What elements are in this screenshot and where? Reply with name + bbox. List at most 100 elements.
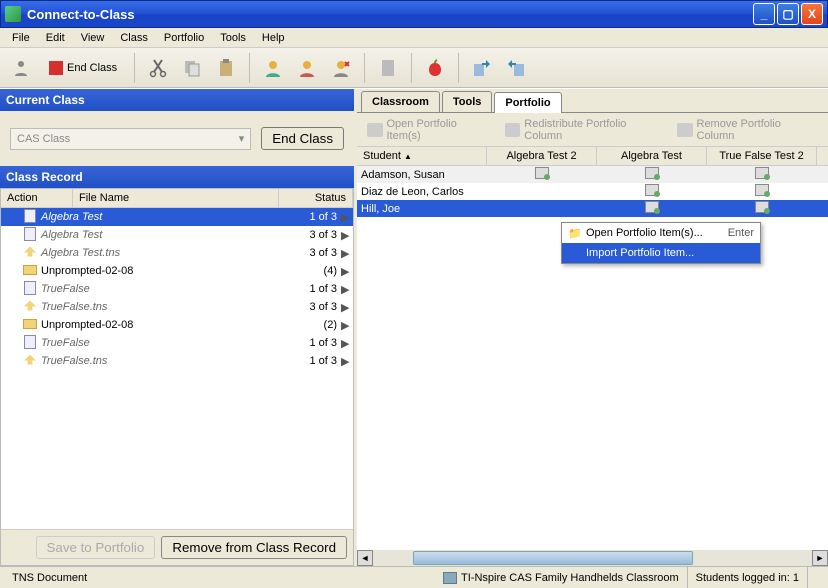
row-status: 1 of 3: [293, 355, 341, 367]
minimize-button[interactable]: _: [753, 3, 775, 25]
record-row[interactable]: Unprompted-02-08(4)▶: [1, 262, 353, 280]
folder-icon: 📁: [568, 227, 586, 240]
end-class-button[interactable]: End Class: [40, 58, 126, 78]
col-file[interactable]: File Name: [73, 189, 279, 207]
send-button[interactable]: [467, 53, 497, 83]
collect-button[interactable]: [501, 53, 531, 83]
begin-class-button[interactable]: [6, 53, 36, 83]
row-arrow-icon: ▶: [341, 247, 351, 260]
student-name: Adamson, Susan: [357, 169, 487, 181]
row-arrow-icon: ▶: [341, 319, 351, 332]
row-type-icon: [21, 281, 39, 298]
document-button[interactable]: [373, 53, 403, 83]
cell[interactable]: [487, 167, 597, 182]
row-filename: TrueFalse: [39, 337, 293, 349]
col-algebra-test[interactable]: Algebra Test: [597, 147, 707, 165]
col-action[interactable]: Action: [1, 189, 73, 207]
ctx-open-portfolio-items[interactable]: 📁 Open Portfolio Item(s)... Enter: [562, 223, 760, 243]
row-type-icon: [21, 335, 39, 352]
row-status: 1 of 3: [293, 211, 341, 223]
record-row[interactable]: Algebra Test.tns3 of 3▶: [1, 244, 353, 262]
record-row[interactable]: TrueFalse.tns1 of 3▶: [1, 352, 353, 370]
record-row[interactable]: Algebra Test1 of 3▶: [1, 208, 353, 226]
row-arrow-icon: ▶: [341, 355, 351, 368]
apple-button[interactable]: [420, 53, 450, 83]
row-type-icon: [21, 227, 39, 244]
student-name: Diaz de Leon, Carlos: [357, 186, 487, 198]
open-portfolio-items-button[interactable]: Open Portfolio Item(s): [363, 116, 495, 144]
copy-button[interactable]: [177, 53, 207, 83]
cell[interactable]: [707, 201, 817, 216]
scroll-left-button[interactable]: ◄: [357, 550, 373, 566]
cell[interactable]: [707, 167, 817, 182]
tab-tools[interactable]: Tools: [442, 91, 493, 112]
row-filename: Algebra Test: [39, 211, 293, 223]
stop-icon: [49, 61, 63, 75]
class-record-table: Action File Name Status Algebra Test1 of…: [0, 188, 354, 566]
ctx-import-portfolio-item[interactable]: Import Portfolio Item...: [562, 243, 760, 263]
close-button[interactable]: X: [801, 3, 823, 25]
save-to-portfolio-button[interactable]: Save to Portfolio: [36, 536, 156, 559]
row-status: 1 of 3: [293, 337, 341, 349]
redistribute-column-button[interactable]: Redistribute Portfolio Column: [501, 116, 667, 144]
menu-file[interactable]: File: [4, 30, 38, 46]
paste-button[interactable]: [211, 53, 241, 83]
class-selector[interactable]: CAS Class: [10, 128, 251, 150]
delete-student-button[interactable]: [326, 53, 356, 83]
horizontal-scrollbar[interactable]: ◄ ►: [357, 550, 828, 566]
context-menu: 📁 Open Portfolio Item(s)... Enter Import…: [561, 222, 761, 264]
maximize-button[interactable]: ▢: [777, 3, 799, 25]
document-icon: [645, 201, 659, 213]
menu-class[interactable]: Class: [112, 30, 156, 46]
row-type-icon: [21, 355, 39, 368]
row-arrow-icon: ▶: [341, 265, 351, 278]
app-icon: [5, 6, 21, 22]
portfolio-row[interactable]: Adamson, Susan: [357, 166, 828, 183]
portfolio-row[interactable]: Hill, Joe: [357, 200, 828, 217]
menu-edit[interactable]: Edit: [38, 30, 73, 46]
remove-from-record-button[interactable]: Remove from Class Record: [161, 536, 347, 559]
portfolio-row[interactable]: Diaz de Leon, Carlos: [357, 183, 828, 200]
row-filename: Algebra Test: [39, 229, 293, 241]
cell[interactable]: [707, 184, 817, 199]
cell[interactable]: [597, 167, 707, 182]
record-row[interactable]: Algebra Test3 of 3▶: [1, 226, 353, 244]
menu-bar: File Edit View Class Portfolio Tools Hel…: [0, 28, 828, 48]
tab-portfolio[interactable]: Portfolio: [494, 92, 561, 113]
remove-student-button[interactable]: [292, 53, 322, 83]
row-type-icon: [21, 319, 39, 332]
remove-column-button[interactable]: Remove Portfolio Column: [673, 116, 822, 144]
document-icon: [755, 201, 769, 213]
end-class-button-small[interactable]: End Class: [261, 127, 344, 150]
resize-grip[interactable]: [808, 567, 824, 588]
class-selector-value: CAS Class: [17, 133, 70, 145]
col-student[interactable]: Student ▲: [357, 147, 487, 165]
document-icon: [645, 184, 659, 196]
status-logged-in: Students logged in: 1: [688, 567, 808, 588]
redistribute-icon: [505, 123, 521, 137]
menu-tools[interactable]: Tools: [212, 30, 254, 46]
scroll-right-button[interactable]: ►: [812, 550, 828, 566]
col-true-false-test-2[interactable]: True False Test 2: [707, 147, 817, 165]
cut-button[interactable]: [143, 53, 173, 83]
record-row[interactable]: Unprompted-02-08(2)▶: [1, 316, 353, 334]
row-filename: Algebra Test.tns: [39, 247, 293, 259]
menu-help[interactable]: Help: [254, 30, 293, 46]
remove-icon: [677, 123, 693, 137]
cell[interactable]: [597, 184, 707, 199]
tab-classroom[interactable]: Classroom: [361, 91, 440, 112]
row-arrow-icon: ▶: [341, 301, 351, 314]
menu-view[interactable]: View: [73, 30, 113, 46]
record-row[interactable]: TrueFalse.tns3 of 3▶: [1, 298, 353, 316]
record-row[interactable]: TrueFalse1 of 3▶: [1, 334, 353, 352]
col-algebra-test-2[interactable]: Algebra Test 2: [487, 147, 597, 165]
status-bar: TNS Document TI-Nspire CAS Family Handhe…: [0, 566, 828, 588]
menu-portfolio[interactable]: Portfolio: [156, 30, 212, 46]
scroll-thumb[interactable]: [413, 551, 693, 565]
add-student-button[interactable]: [258, 53, 288, 83]
record-row[interactable]: TrueFalse1 of 3▶: [1, 280, 353, 298]
student-name: Hill, Joe: [357, 203, 487, 215]
col-status[interactable]: Status: [279, 189, 353, 207]
cell[interactable]: [597, 201, 707, 216]
document-icon: [645, 167, 659, 179]
